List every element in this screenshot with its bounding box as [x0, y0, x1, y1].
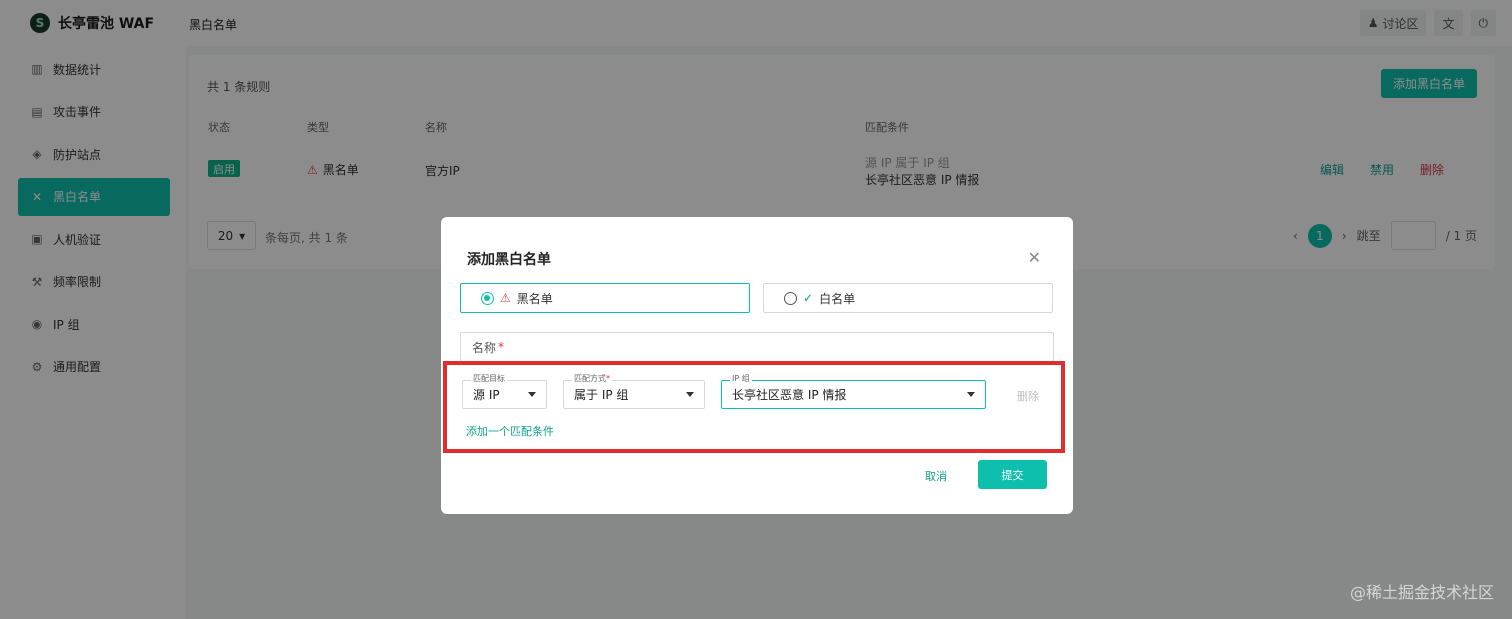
modal-title: 添加黑白名单: [467, 252, 551, 268]
match-method-label: 匹配方式*: [572, 374, 612, 384]
delete-condition-button[interactable]: 删除: [1017, 388, 1039, 404]
whitelist-user-icon: ✓: [803, 291, 814, 305]
whitelist-label: 白名单: [819, 291, 856, 306]
match-target-value: 源 IP: [473, 388, 500, 402]
name-placeholder: 名称: [472, 340, 497, 355]
blacklist-user-icon: ⚠: [500, 291, 511, 305]
close-icon[interactable]: ✕: [1028, 248, 1041, 267]
match-target-label: 匹配目标: [471, 374, 507, 384]
caret-down-icon: [686, 392, 694, 397]
blacklist-option[interactable]: ⚠ 黑名单: [460, 283, 750, 313]
match-target-select[interactable]: 匹配目标 源 IP: [462, 374, 547, 409]
blacklist-label: 黑名单: [516, 291, 553, 306]
ip-group-select[interactable]: IP 组 长亭社区恶意 IP 情报: [721, 374, 986, 409]
radio-checked-icon: [481, 291, 494, 305]
radio-unchecked-icon: [784, 291, 797, 305]
name-input[interactable]: 名称 *: [460, 332, 1054, 362]
caret-down-icon: [528, 392, 536, 397]
ip-group-value: 长亭社区恶意 IP 情报: [732, 388, 847, 402]
add-condition-link[interactable]: 添加一个匹配条件: [466, 423, 554, 439]
match-method-label-text: 匹配方式: [574, 374, 606, 383]
caret-down-icon: [967, 392, 975, 397]
ip-group-label: IP 组: [730, 374, 752, 384]
required-marker: *: [606, 374, 610, 383]
submit-button[interactable]: 提交: [978, 460, 1047, 489]
match-method-value: 属于 IP 组: [574, 388, 629, 402]
required-marker: *: [498, 340, 505, 354]
add-rule-modal: 添加黑白名单 ✕ ⚠ 黑名单 ✓ 白名单 名称 * 匹配目标 源 IP 匹配方式*…: [441, 217, 1073, 514]
match-method-select[interactable]: 匹配方式* 属于 IP 组: [563, 374, 705, 409]
cancel-button[interactable]: 取消: [925, 468, 947, 484]
watermark: @稀土掘金技术社区: [1349, 583, 1494, 602]
whitelist-option[interactable]: ✓ 白名单: [763, 283, 1053, 313]
